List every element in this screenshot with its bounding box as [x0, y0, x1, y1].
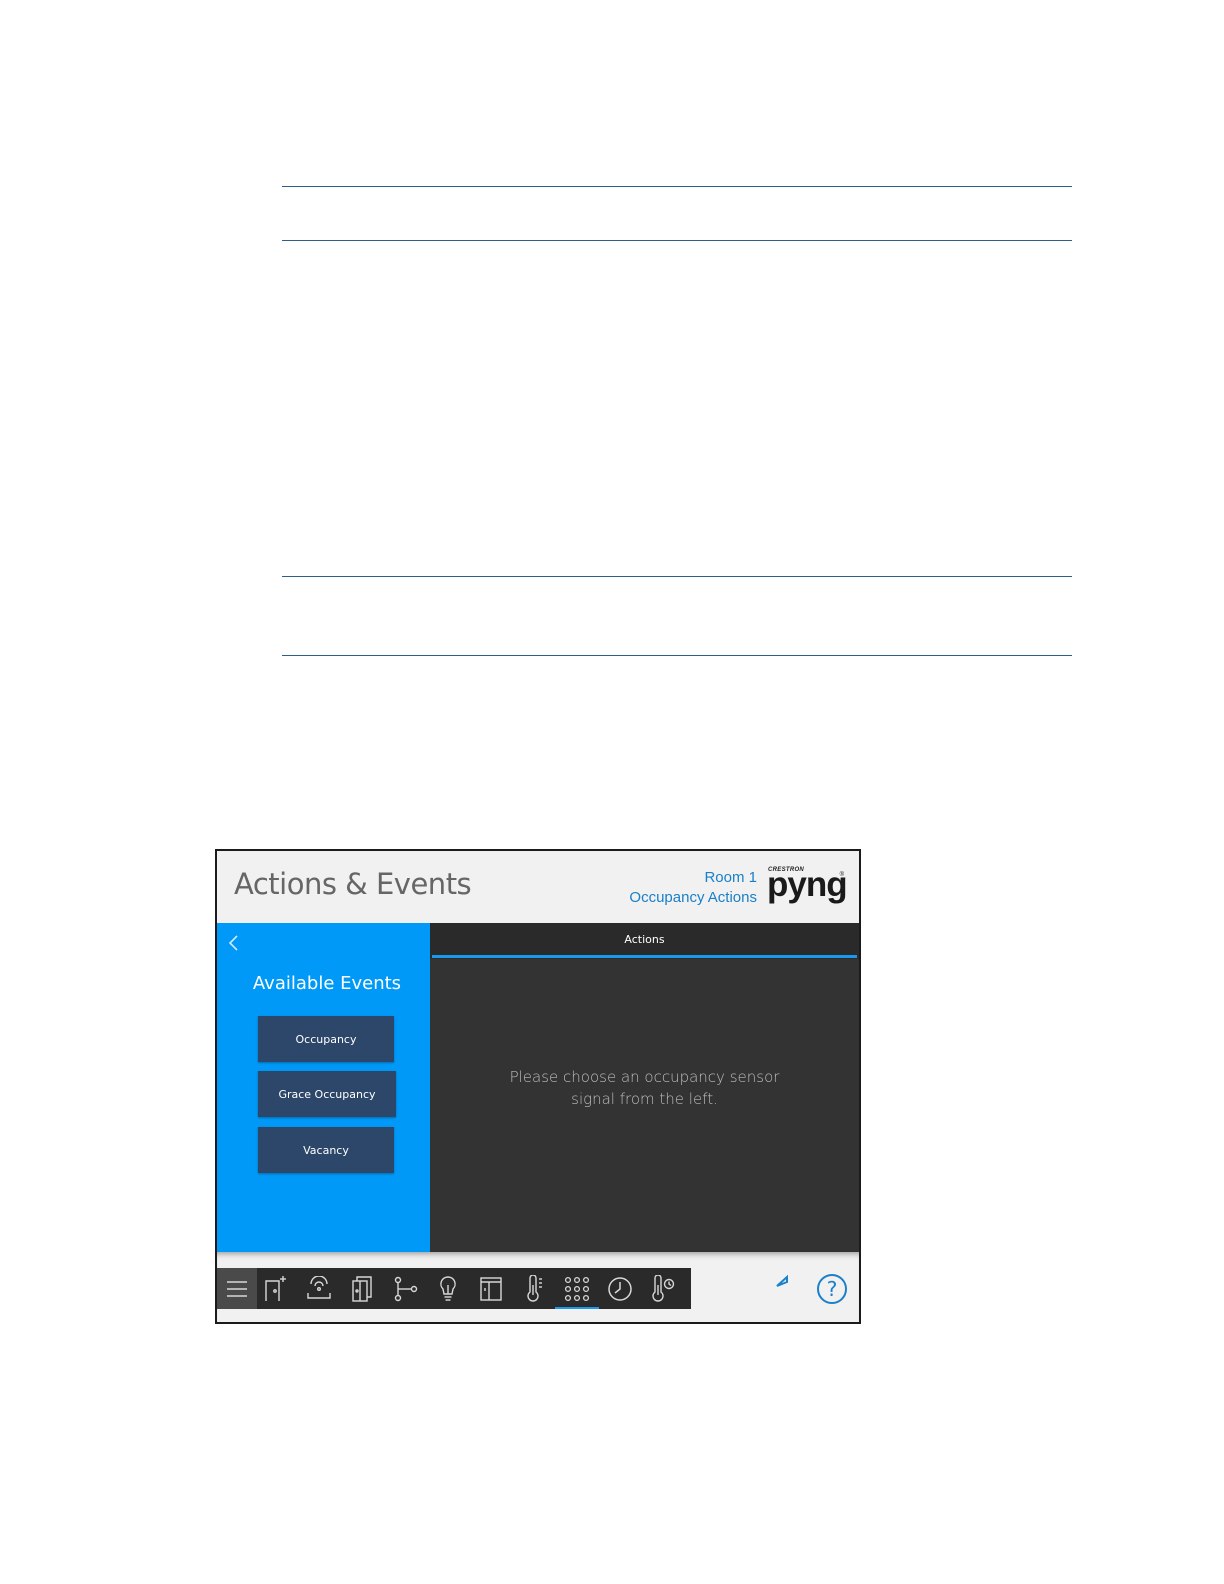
pyng-logo: CRESTRON pyng ® [767, 865, 848, 907]
page-subtitle: Occupancy Actions [629, 889, 757, 906]
app-screenshot: Actions & Events Room 1 Occupancy Action… [215, 849, 861, 1324]
keypad-icon[interactable] [557, 1268, 597, 1309]
grace-occupancy-button[interactable]: Grace Occupancy [258, 1071, 396, 1117]
lighting-icon[interactable] [428, 1268, 468, 1309]
chevron-left-icon[interactable] [226, 933, 240, 953]
message-line: Please choose an occupancy sensor [509, 1068, 780, 1086]
menu-icon[interactable] [217, 1268, 257, 1309]
registered-mark: ® [839, 872, 844, 878]
bottom-bar: ? [217, 1252, 859, 1322]
windows-icon[interactable] [471, 1268, 511, 1309]
divider-rule [282, 186, 1072, 187]
logo-wordmark: pyng [767, 865, 848, 904]
empty-state-message: Please choose an occupancy sensor signal… [470, 1066, 819, 1110]
divider-rule [282, 655, 1072, 656]
room-name: Room 1 [704, 869, 757, 886]
active-nav-indicator [555, 1307, 599, 1309]
svg-text:?: ? [827, 1277, 838, 1301]
page-title: Actions & Events [234, 867, 472, 901]
help-icon[interactable]: ? [815, 1272, 849, 1306]
tab-actions[interactable]: Actions [432, 923, 857, 958]
undo-icon[interactable] [773, 1272, 807, 1306]
events-panel: Available Events Occupancy Grace Occupan… [217, 923, 430, 1252]
clock-icon[interactable] [600, 1268, 640, 1309]
occupancy-button[interactable]: Occupancy [258, 1016, 394, 1062]
doors-icon[interactable] [342, 1268, 382, 1309]
message-line: signal from the left. [571, 1090, 718, 1108]
thermostat-icon[interactable] [514, 1268, 554, 1309]
climate-icon[interactable] [643, 1268, 683, 1309]
scenes-icon[interactable] [385, 1268, 425, 1309]
panel-title: Available Events [252, 973, 402, 994]
vacancy-button[interactable]: Vacancy [258, 1127, 394, 1173]
divider-rule [282, 576, 1072, 577]
shades-icon[interactable] [299, 1268, 339, 1309]
nav-strip [217, 1268, 691, 1309]
add-room-icon[interactable] [256, 1268, 296, 1309]
divider-rule [282, 240, 1072, 241]
tab-bar: Actions [430, 923, 859, 959]
actions-panel: Actions Please choose an occupancy senso… [430, 923, 859, 1252]
app-header: Actions & Events Room 1 Occupancy Action… [217, 851, 859, 923]
